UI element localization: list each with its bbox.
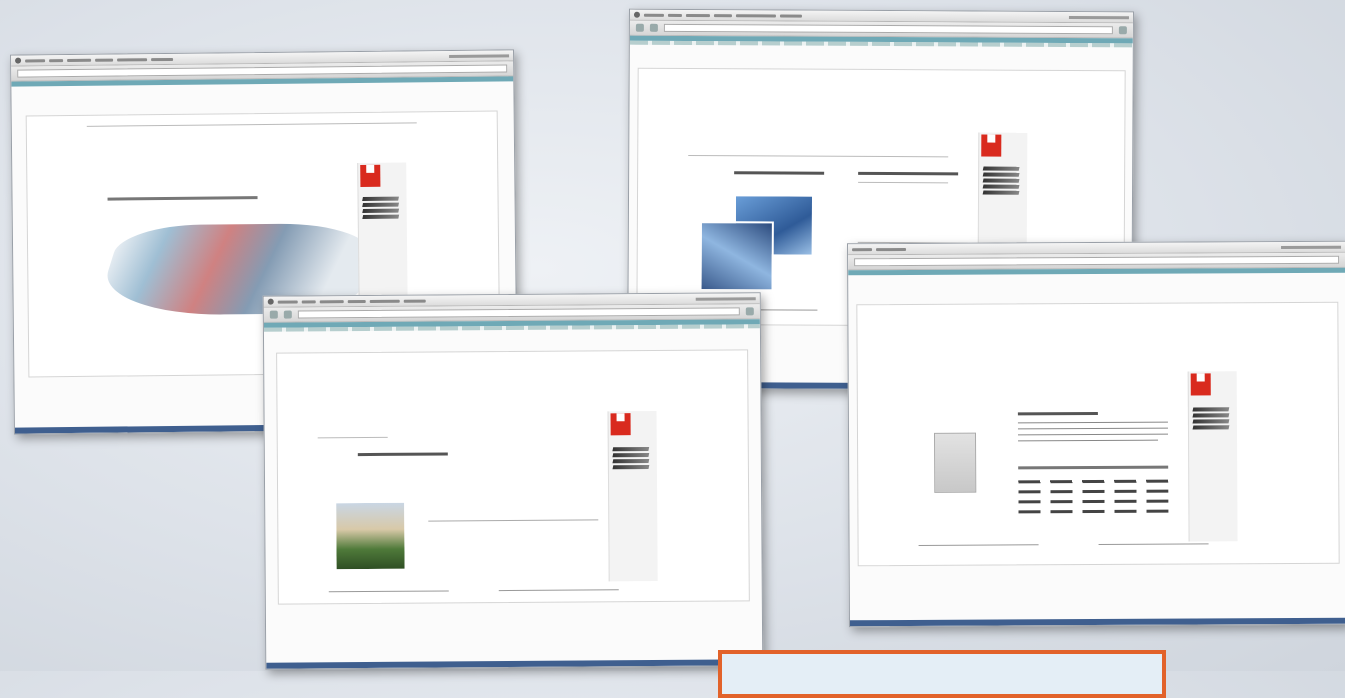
apple-icon (633, 11, 640, 18)
address-field (17, 64, 508, 78)
search-icon (1118, 26, 1127, 35)
window-bottom-middle (262, 292, 764, 670)
callout-box (718, 650, 1166, 698)
table-header-bar (1018, 465, 1169, 470)
apple-icon (267, 298, 274, 305)
logo-icon (610, 413, 631, 436)
sidebar (1187, 371, 1238, 542)
logo-icon (360, 164, 381, 187)
article-heading-bar (1017, 411, 1098, 416)
sidebar (357, 162, 408, 314)
address-field (663, 23, 1113, 35)
forward-icon (283, 310, 292, 319)
sidebar (607, 410, 658, 582)
page-content (276, 349, 750, 605)
nav-menu (1192, 407, 1230, 430)
back-icon (269, 310, 278, 319)
address-field (854, 255, 1340, 267)
nav-menu (982, 166, 1020, 195)
page-heading-bar (107, 196, 258, 201)
photo-building (334, 500, 407, 572)
page-content (856, 301, 1340, 567)
search-icon (745, 307, 754, 316)
status-bar (266, 659, 763, 669)
forward-icon (649, 23, 658, 32)
document-thumbnail (933, 432, 977, 493)
logo-icon (1190, 373, 1211, 396)
apple-icon (15, 57, 22, 64)
nav-menu (362, 196, 400, 219)
status-bar (849, 617, 1345, 627)
photo-installation (699, 221, 774, 292)
section-heading-bar (357, 452, 448, 457)
section-heading-bar-right (858, 171, 959, 176)
window-far-right (846, 240, 1345, 628)
back-icon (635, 23, 644, 32)
address-field (297, 307, 740, 319)
nav-menu (612, 447, 650, 470)
section-heading-bar (734, 171, 825, 175)
logo-icon (981, 134, 1002, 157)
